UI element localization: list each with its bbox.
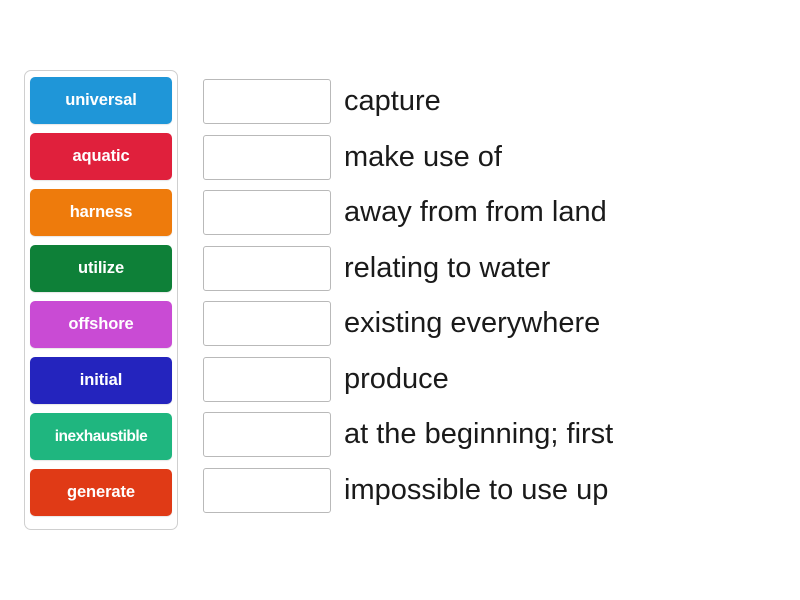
definition-text: make use of: [344, 140, 502, 173]
definition-text: away from from land: [344, 196, 607, 228]
answer-rows: capture make use of away from from land …: [203, 78, 783, 514]
definition-text: capture: [344, 85, 441, 117]
answer-row: existing everywhere: [203, 300, 783, 347]
word-tile-generate[interactable]: generate: [30, 469, 172, 516]
answer-row: produce: [203, 356, 783, 403]
drop-slot[interactable]: [203, 245, 331, 291]
drop-slot[interactable]: [203, 467, 331, 513]
answer-row: capture: [203, 78, 783, 125]
word-tile-harness[interactable]: harness: [30, 189, 172, 236]
drop-slot[interactable]: [203, 412, 331, 457]
definition-text: produce: [344, 362, 449, 395]
word-tile-label: generate: [67, 483, 135, 502]
drop-slot[interactable]: [203, 190, 331, 235]
definition-text: existing everywhere: [344, 307, 601, 339]
word-tile-label: utilize: [77, 259, 125, 278]
answer-row: at the beginning; first: [203, 411, 783, 458]
word-tile-label: universal: [65, 91, 137, 110]
word-tile-label: inexhaustible: [54, 427, 148, 445]
word-tile-universal[interactable]: universal: [30, 77, 172, 124]
answer-row: relating to water: [203, 245, 783, 292]
definition-text: impossible to use up: [344, 473, 609, 506]
drop-slot[interactable]: [203, 356, 331, 402]
answer-row: away from from land: [203, 189, 783, 236]
drop-slot[interactable]: [203, 79, 331, 124]
word-tile-label: aquatic: [72, 147, 130, 166]
word-tile-inexhaustible[interactable]: inexhaustible: [30, 413, 172, 460]
word-tile-initial[interactable]: initial: [30, 357, 172, 404]
word-tile-utilize[interactable]: utilize: [30, 245, 172, 292]
word-tile-label: initial: [79, 371, 123, 390]
drop-slot[interactable]: [203, 134, 331, 180]
answer-row: impossible to use up: [203, 467, 783, 514]
drop-slot[interactable]: [203, 301, 331, 346]
word-tile-aquatic[interactable]: aquatic: [30, 133, 172, 180]
definition-text: at the beginning; first: [344, 418, 614, 450]
word-tiles-panel: universal aquatic harness utilize offsho…: [24, 70, 178, 530]
definition-text: relating to water: [344, 251, 551, 284]
word-tile-label: offshore: [68, 315, 134, 334]
answer-row: make use of: [203, 134, 783, 181]
word-tile-offshore[interactable]: offshore: [30, 301, 172, 348]
match-up-activity: universal aquatic harness utilize offsho…: [0, 0, 800, 600]
word-tile-label: harness: [69, 203, 133, 222]
